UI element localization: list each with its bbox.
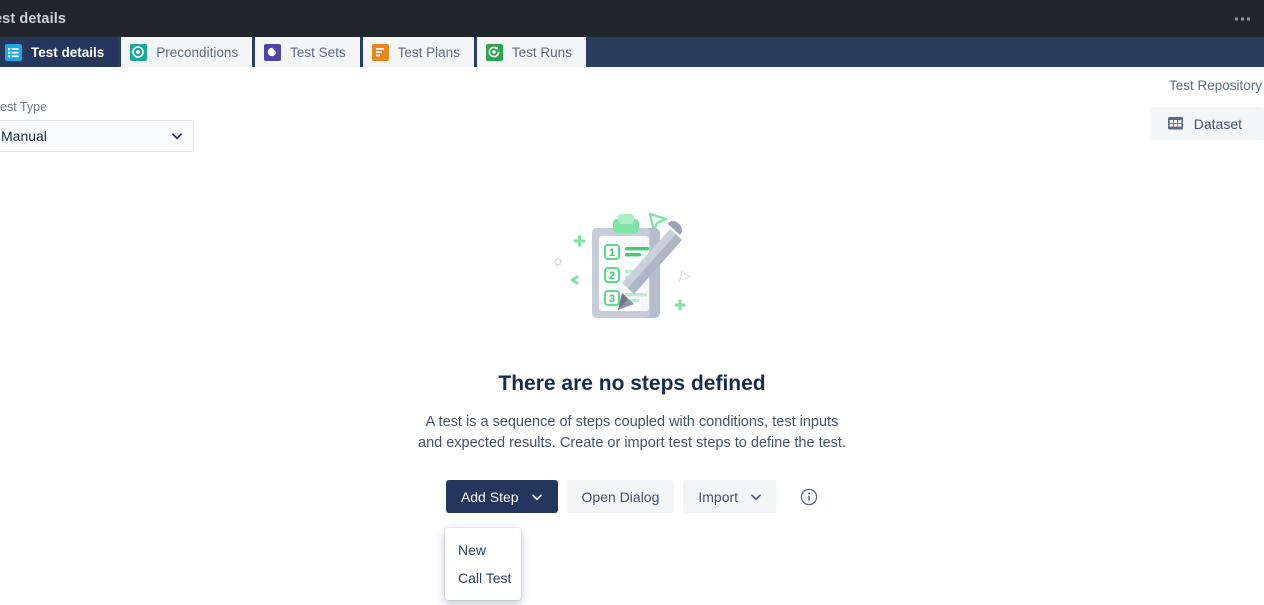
ellipsis-dot — [1235, 17, 1238, 20]
empty-state: /> 1 2 3 There are no steps defined A te… — [0, 205, 1264, 513]
empty-state-description: A test is a sequence of steps coupled wi… — [418, 414, 846, 451]
tab-label: Test Runs — [511, 44, 572, 60]
chevron-down-icon — [531, 493, 542, 500]
open-dialog-button[interactable]: Open Dialog — [566, 480, 675, 513]
step-number-2: 2 — [609, 270, 615, 282]
import-label: Import — [698, 488, 739, 505]
empty-state-title: There are no steps defined — [498, 372, 766, 395]
step-number-3: 3 — [609, 293, 615, 305]
test-type-select[interactable]: Manual — [0, 120, 194, 152]
chevron-down-icon — [751, 493, 761, 500]
test-run-icon — [485, 43, 505, 63]
clipboard-steps-illustration: /> 1 2 3 — [554, 212, 691, 318]
test-type-label: est Type — [0, 100, 48, 114]
chevron-down-icon — [172, 133, 182, 140]
precondition-icon — [130, 43, 150, 63]
dataset-button[interactable]: Dataset — [1150, 107, 1264, 140]
tab-test-plans[interactable]: Test Plans — [362, 37, 474, 67]
test-repository-label: Test Repository — [1168, 78, 1262, 93]
decor-plus — [573, 235, 586, 247]
ellipsis-dot — [1247, 17, 1250, 20]
decor-code: /> — [679, 268, 691, 284]
step-number-1: 1 — [609, 247, 615, 259]
test-set-icon — [264, 43, 284, 63]
test-plan-icon — [371, 43, 391, 63]
decor-arrow-left — [570, 275, 579, 285]
decor-circle — [554, 258, 562, 266]
tab-label: Preconditions — [156, 44, 239, 60]
test-type-value: Manual — [1, 128, 47, 144]
tab-label: Test Sets — [290, 44, 346, 60]
tab-test-runs[interactable]: Test Runs — [476, 37, 586, 67]
tab-strip: Test details Preconditions Test Sets Tes… — [0, 37, 1264, 67]
dropdown-item-new[interactable]: New — [445, 536, 521, 564]
import-button[interactable]: Import — [683, 480, 778, 513]
list-icon — [5, 43, 24, 63]
test-type-field: est Type Manual — [0, 100, 194, 152]
dataset-button-label: Dataset — [1193, 115, 1242, 132]
decor-plus-2 — [674, 299, 686, 311]
add-step-button[interactable]: Add Step — [445, 480, 558, 513]
ellipsis-dot — [1241, 17, 1244, 20]
page-body: est Type Manual Test Repository Dataset — [0, 67, 1264, 605]
test-repository-area: Test Repository Dataset — [1150, 67, 1264, 140]
tab-test-details[interactable]: Test details — [0, 37, 119, 67]
add-step-dropdown-menu: New Call Test — [445, 528, 521, 600]
add-step-label: Add Step — [460, 488, 519, 505]
ellipsis-icon[interactable] — [1227, 11, 1258, 26]
tab-label: Test details — [31, 44, 105, 60]
tab-preconditions[interactable]: Preconditions — [121, 37, 253, 67]
dropdown-item-call-test[interactable]: Call Test — [445, 564, 521, 592]
grid-icon — [1167, 117, 1183, 130]
open-dialog-label: Open Dialog — [581, 488, 660, 505]
empty-state-actions: Add Step Open Dialog Import — [445, 480, 818, 513]
tab-label: Test Plans — [397, 44, 460, 60]
info-icon[interactable] — [800, 488, 818, 506]
top-bar: est details — [0, 0, 1264, 37]
window-title: est details — [0, 10, 67, 27]
tab-test-sets[interactable]: Test Sets — [255, 37, 360, 67]
